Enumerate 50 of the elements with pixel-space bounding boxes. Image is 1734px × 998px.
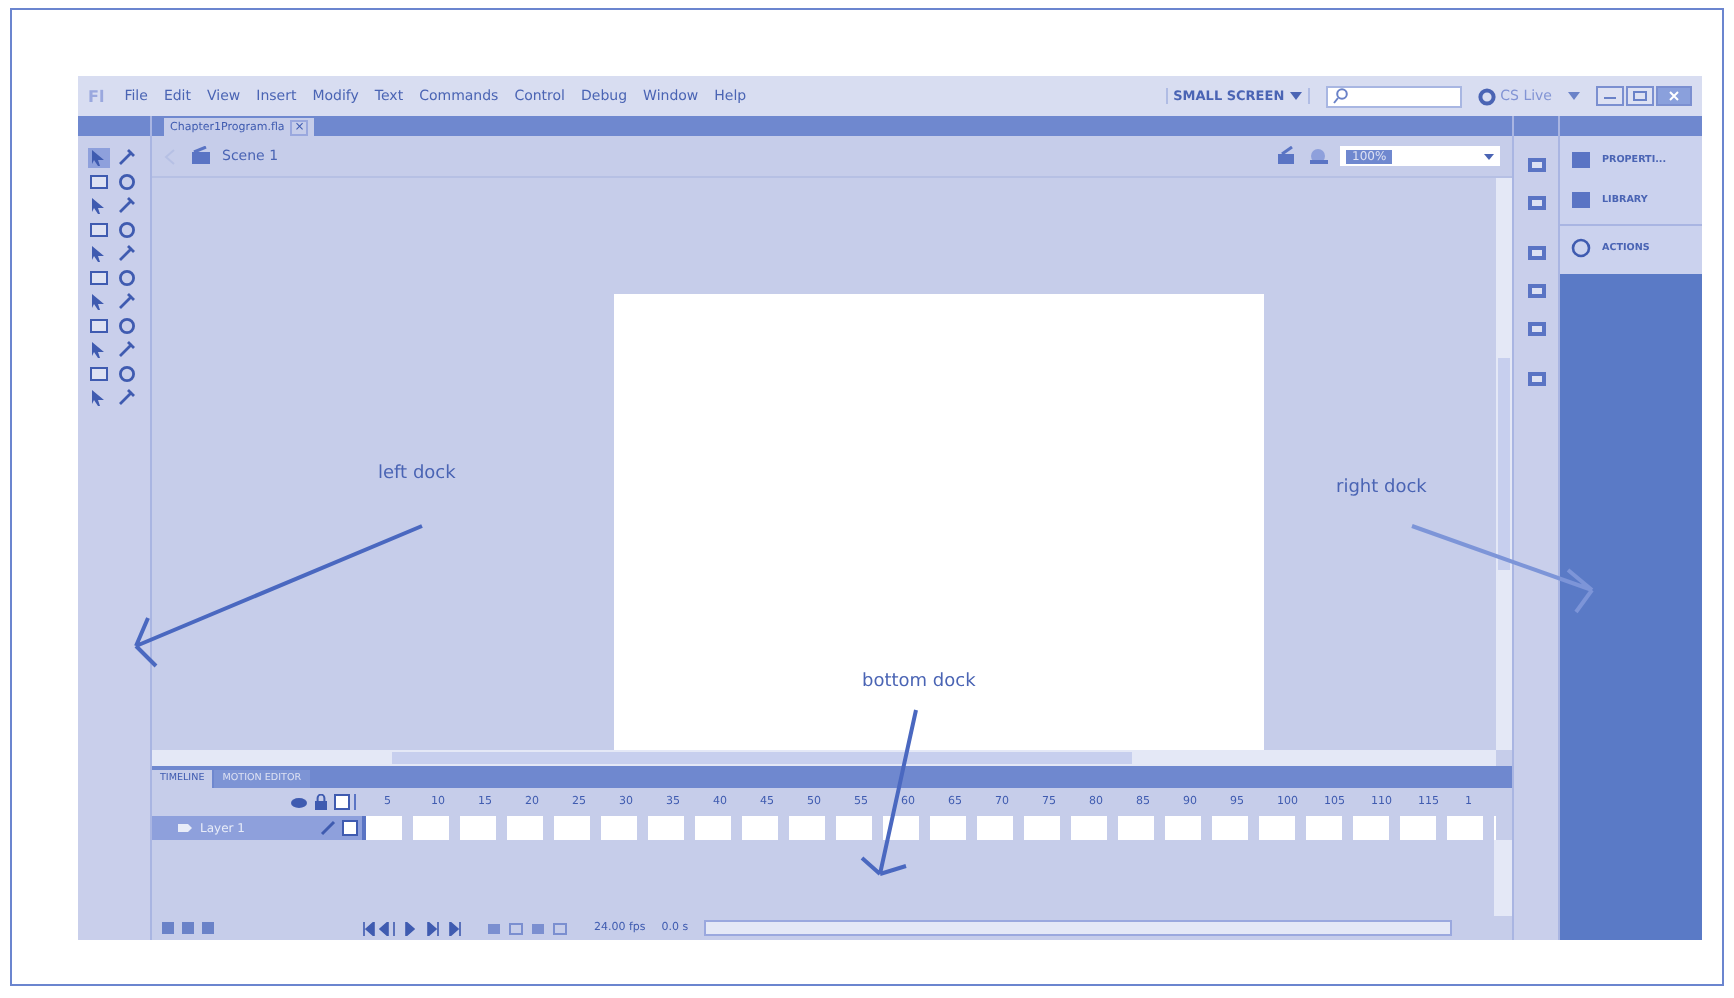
tool-icon[interactable]	[116, 388, 138, 408]
tool-icon[interactable]	[116, 364, 138, 384]
panel-icon[interactable]	[1525, 280, 1547, 300]
annotation-label: bottom dock	[862, 672, 976, 692]
minimize-icon[interactable]	[1596, 86, 1624, 106]
caret-icon	[1290, 92, 1303, 100]
panel-icon	[1570, 190, 1592, 210]
tool-icon[interactable]	[88, 316, 110, 336]
eye-icon[interactable]	[290, 795, 308, 809]
layer-icon	[176, 820, 194, 836]
app-logo: Fl	[88, 87, 105, 105]
panel-icon[interactable]	[1525, 318, 1547, 338]
pencil-icon	[320, 820, 336, 836]
panel-icon	[1570, 238, 1592, 258]
panel-icon[interactable]	[1525, 242, 1547, 262]
search-field[interactable]	[1326, 85, 1463, 107]
tool-icon[interactable]	[88, 148, 110, 168]
tool-icon[interactable]	[116, 172, 138, 192]
tool-icon[interactable]	[88, 172, 110, 192]
cs-live-icon	[1478, 87, 1497, 105]
timeline-scrollbar[interactable]	[704, 920, 1453, 936]
panel-icon[interactable]	[1525, 154, 1547, 174]
restore-icon[interactable]	[1626, 86, 1654, 106]
tool-icon[interactable]	[88, 268, 110, 288]
horizontal-scrollbar[interactable]	[152, 750, 1496, 766]
tool-icon[interactable]	[116, 220, 138, 240]
tool-icon[interactable]	[116, 340, 138, 360]
panel-icon	[1570, 150, 1592, 170]
tool-icon[interactable]	[116, 316, 138, 336]
tool-icon[interactable]	[116, 148, 138, 168]
close-icon[interactable]	[1656, 86, 1692, 106]
scene-icon	[190, 146, 212, 166]
tool-icon[interactable]	[116, 196, 138, 216]
caret-icon	[1484, 153, 1494, 159]
tool-icon[interactable]	[116, 268, 138, 288]
search-icon	[1332, 88, 1349, 104]
lock-icon[interactable]	[314, 794, 328, 810]
annotation-label: right dock	[1336, 478, 1427, 498]
panel-icon[interactable]	[1525, 192, 1547, 212]
edit-symbol-icon[interactable]	[1276, 146, 1298, 166]
tool-icon[interactable]	[88, 220, 110, 240]
vertical-scrollbar[interactable]	[1496, 178, 1512, 750]
panel-icon[interactable]	[1525, 368, 1547, 388]
caret-icon[interactable]	[1568, 92, 1580, 100]
annotation-label: left dock	[378, 464, 456, 484]
timeline-scrollbar[interactable]	[1494, 840, 1512, 916]
edit-scene-icon[interactable]	[1308, 146, 1330, 166]
tool-icon[interactable]	[116, 292, 138, 312]
tool-icon[interactable]	[116, 244, 138, 264]
tool-icon[interactable]	[88, 364, 110, 384]
